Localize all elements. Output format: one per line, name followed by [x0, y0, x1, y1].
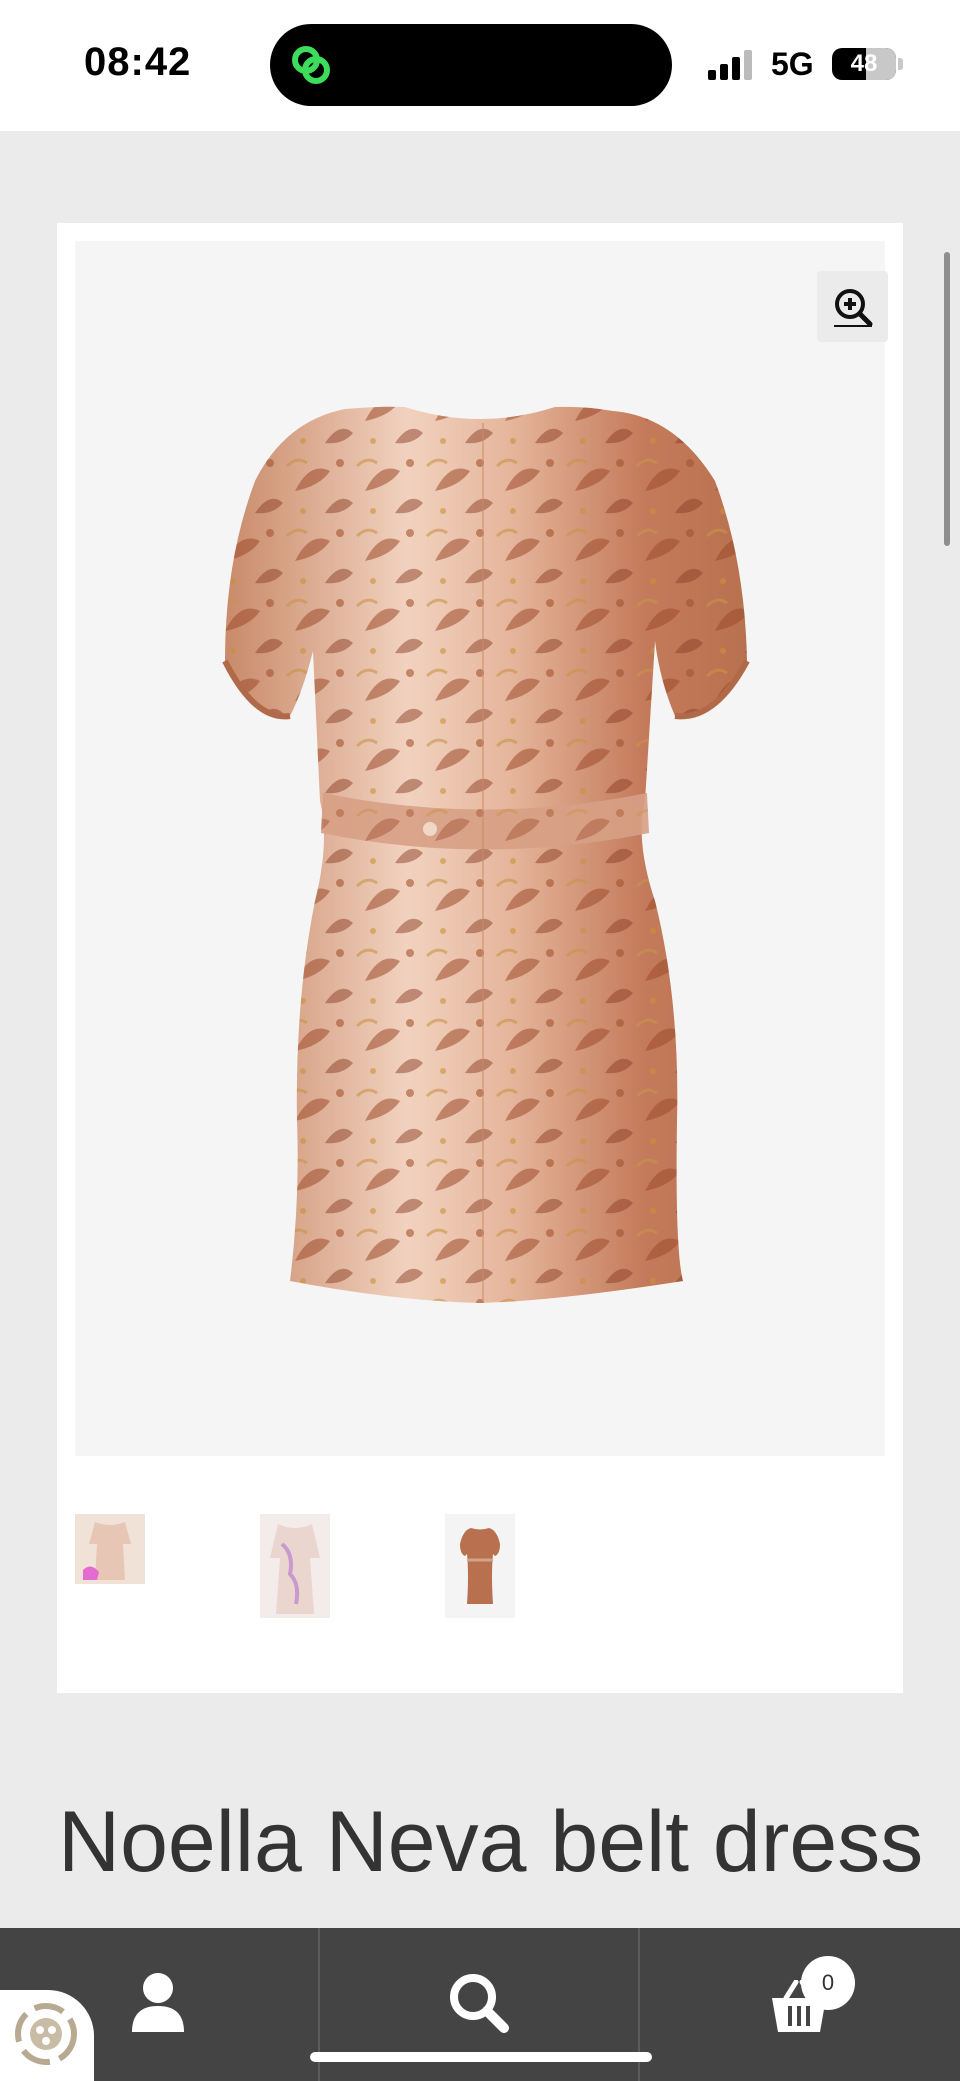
main-product-image[interactable]	[75, 241, 888, 1456]
dress-image	[222, 406, 750, 1303]
zoom-in-icon	[834, 289, 873, 327]
nav-cart-button[interactable]	[640, 1928, 958, 2081]
network-label: 5G	[771, 46, 814, 82]
link-app-icon	[292, 46, 330, 84]
cart-count-badge: 0	[801, 1956, 855, 2010]
brand-logo-icon	[15, 2003, 77, 2065]
battery-level: 48	[850, 50, 878, 77]
thumbnail-3[interactable]	[445, 1514, 515, 1618]
brand-logo-button[interactable]	[0, 1990, 94, 2081]
thumbnail-1[interactable]	[75, 1514, 145, 1584]
thumbnail-image	[260, 1514, 330, 1618]
battery-tip	[898, 58, 903, 70]
thumbnail-image	[445, 1514, 515, 1618]
account-icon	[132, 1973, 184, 2032]
zoom-button[interactable]	[817, 271, 888, 342]
dynamic-island	[270, 24, 672, 106]
thumbnail-2[interactable]	[260, 1514, 330, 1618]
home-indicator	[310, 2052, 652, 2062]
product-gallery	[57, 223, 903, 1693]
status-bar: 08:42 5G 48	[0, 0, 960, 131]
search-icon	[450, 1974, 509, 2033]
battery-icon: 48	[832, 48, 896, 80]
page-scrollbar[interactable]	[944, 252, 950, 546]
thumbnail-image	[75, 1514, 145, 1584]
signal-icon	[708, 50, 752, 80]
status-time: 08:42	[84, 40, 192, 84]
